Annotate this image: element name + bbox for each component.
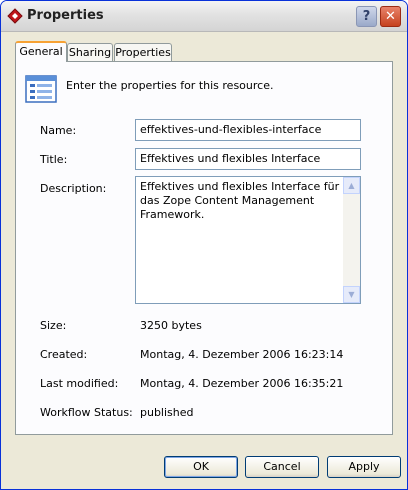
scroll-up-icon[interactable]: ▲	[343, 177, 360, 194]
workflow-status-label: Workflow Status:	[40, 406, 133, 419]
scroll-down-icon[interactable]: ▼	[343, 286, 360, 303]
tab-general[interactable]: General	[15, 41, 67, 62]
description-label: Description:	[40, 182, 107, 195]
title-label: Title:	[40, 153, 68, 166]
description-field[interactable]: Effektives und flexibles Interface für d…	[135, 176, 361, 304]
name-field[interactable]: effektives-und-flexibles-interface	[135, 119, 361, 141]
window-title: Properties	[27, 8, 104, 23]
description-text: Effektives und flexibles Interface für d…	[140, 180, 340, 221]
size-value: 3250 bytes	[140, 319, 202, 332]
ok-button[interactable]: OK	[164, 456, 238, 478]
created-value: Montag, 4. Dezember 2006 16:23:14	[140, 348, 344, 361]
created-label: Created:	[40, 348, 88, 361]
apply-button[interactable]: Apply	[327, 456, 401, 478]
app-icon	[7, 8, 23, 24]
close-button[interactable]: ✕	[380, 6, 401, 27]
size-label: Size:	[40, 319, 67, 332]
modified-label: Last modified:	[40, 377, 119, 390]
title-bar[interactable]: Properties ? ✕	[1, 1, 407, 32]
title-field[interactable]: Effektives und flexibles Interface	[135, 148, 361, 170]
intro-text: Enter the properties for this resource.	[66, 79, 274, 92]
description-scrollbar[interactable]: ▲ ▼	[343, 177, 360, 303]
modified-value: Montag, 4. Dezember 2006 16:35:21	[140, 377, 344, 390]
cancel-button[interactable]: Cancel	[245, 456, 319, 478]
workflow-status-value: published	[140, 406, 194, 419]
properties-dialog: Properties ? ✕ General Sharing Propertie…	[0, 0, 408, 490]
help-button[interactable]: ?	[356, 6, 377, 27]
tab-properties[interactable]: Properties	[114, 43, 172, 61]
name-label: Name:	[40, 124, 77, 137]
tab-sharing[interactable]: Sharing	[67, 43, 113, 61]
properties-sheet-icon	[25, 75, 57, 103]
